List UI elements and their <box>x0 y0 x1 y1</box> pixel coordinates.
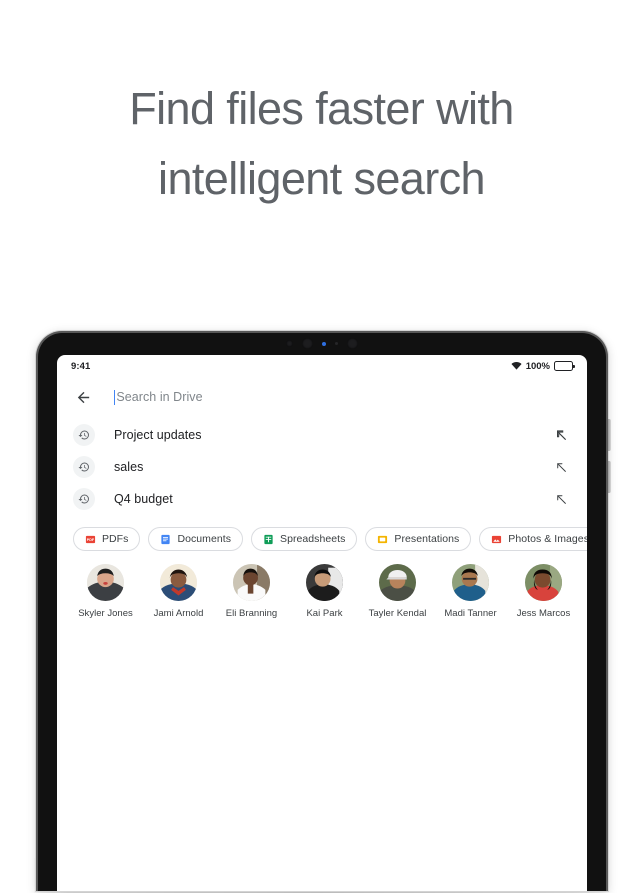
filter-chip-label: Spreadsheets <box>280 533 346 545</box>
list-item[interactable]: Project updates <box>57 419 587 451</box>
status-bar-indicators: 100% <box>511 357 575 375</box>
list-item[interactable]: sales <box>57 451 587 483</box>
person-suggestion[interactable]: Jess Marcos <box>507 564 580 619</box>
page-title: Find files faster with intelligent searc… <box>0 74 643 214</box>
camera-indicator-led-icon <box>322 341 326 346</box>
google-slides-icon <box>377 534 388 545</box>
photo-image-icon <box>491 534 502 545</box>
pdf-file-icon: PDF <box>85 534 96 545</box>
person-suggestion[interactable]: Skyler Jones <box>69 564 142 619</box>
person-suggestion[interactable]: Kai Park <box>288 564 361 619</box>
suggested-people-row: Skyler Jones Jami Arnold Eli Branning Ka… <box>69 551 587 619</box>
tablet-device-mockup: 9:41 100% Search in Drive Project update… <box>34 329 611 893</box>
avatar <box>525 564 562 601</box>
filter-chip-presentations[interactable]: Presentations <box>365 527 472 551</box>
google-sheets-icon <box>263 534 274 545</box>
search-bar: Search in Drive <box>57 377 587 417</box>
ambient-light-sensor-icon <box>335 342 338 345</box>
recent-searches-list: Project updates sales Q4 budget <box>57 417 587 515</box>
filter-chip-label: Presentations <box>394 533 460 545</box>
search-input-placeholder: Search in Drive <box>116 390 203 404</box>
search-input[interactable]: Search in Drive <box>114 377 571 417</box>
insert-arrow-icon[interactable] <box>553 427 569 443</box>
tablet-screen: 9:41 100% Search in Drive Project update… <box>57 355 587 891</box>
person-name: Tayler Kendal <box>368 608 427 619</box>
file-type-filter-chips: PDF PDFs Documents Spreadsheets Presenta… <box>57 515 587 551</box>
svg-text:PDF: PDF <box>87 537 95 541</box>
person-suggestion[interactable]: Jami Arnold <box>142 564 215 619</box>
person-suggestion[interactable]: Eli Branning <box>215 564 288 619</box>
volume-up-button[interactable] <box>608 419 611 451</box>
person-suggestion[interactable]: Tayler Kendal <box>361 564 434 619</box>
filter-chip-photos-images[interactable]: Photos & Images <box>479 527 587 551</box>
volume-down-button[interactable] <box>608 461 611 493</box>
avatar <box>87 564 124 601</box>
list-item[interactable]: Q4 budget <box>57 483 587 515</box>
filter-chip-spreadsheets[interactable]: Spreadsheets <box>251 527 358 551</box>
filter-chip-label: Documents <box>177 533 232 545</box>
list-item-label: Q4 budget <box>114 492 173 506</box>
filter-chip-pdfs[interactable]: PDF PDFs <box>73 527 141 551</box>
person-name: Jess Marcos <box>516 608 571 619</box>
text-cursor <box>114 389 116 405</box>
filter-chip-label: Photos & Images <box>508 533 587 545</box>
list-item-label: sales <box>114 460 144 474</box>
back-arrow-icon[interactable] <box>73 387 93 407</box>
status-bar-time: 9:41 <box>71 360 91 372</box>
insert-arrow-icon[interactable] <box>553 459 569 475</box>
page-title-line-2: intelligent search <box>158 153 486 204</box>
status-bar: 9:41 100% <box>57 355 587 377</box>
person-name: Jami Arnold <box>153 608 204 619</box>
person-name: Skyler Jones <box>78 608 133 619</box>
avatar <box>452 564 489 601</box>
battery-percentage-label: 100% <box>525 360 550 372</box>
depth-camera-lens-icon <box>347 338 358 349</box>
insert-arrow-icon[interactable] <box>553 491 569 507</box>
front-camera-lens-icon <box>302 338 313 349</box>
history-clock-icon <box>73 488 95 510</box>
page-title-line-1: Find files faster with <box>129 83 514 134</box>
history-clock-icon <box>73 456 95 478</box>
front-camera-module <box>263 337 381 350</box>
filter-chip-documents[interactable]: Documents <box>148 527 244 551</box>
person-name: Eli Branning <box>225 608 278 619</box>
avatar <box>306 564 343 601</box>
avatar <box>160 564 197 601</box>
person-suggestion[interactable]: Madi Tanner <box>434 564 507 619</box>
filter-chip-label: PDFs <box>102 533 129 545</box>
avatar <box>233 564 270 601</box>
google-docs-icon <box>160 534 171 545</box>
battery-full-icon <box>554 361 575 371</box>
avatar <box>379 564 416 601</box>
list-item-label: Project updates <box>114 428 202 442</box>
person-name: Kai Park <box>306 608 343 619</box>
camera-sensor-icon <box>286 340 293 347</box>
wifi-icon <box>511 357 522 375</box>
history-clock-icon <box>73 424 95 446</box>
person-name: Madi Tanner <box>444 608 497 619</box>
